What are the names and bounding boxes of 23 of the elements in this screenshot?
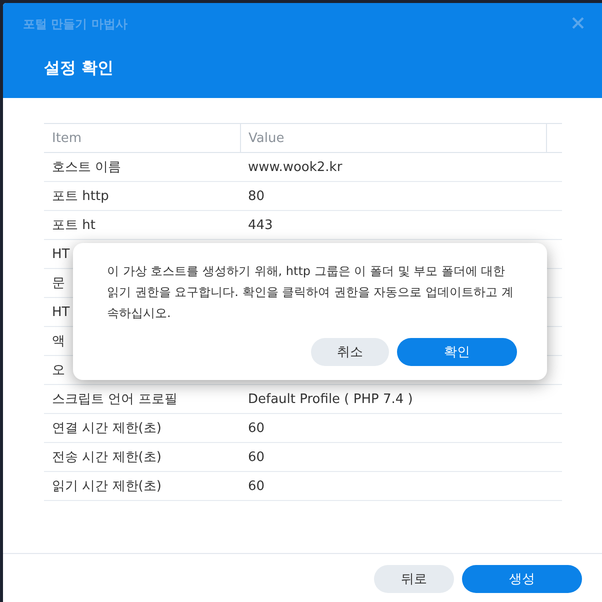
confirm-button[interactable]: 확인 [397,338,517,366]
item-cell: 호스트 이름 [44,152,240,182]
value-cell: 443 [240,210,562,240]
column-header: Value [240,124,546,152]
item-cell: 연결 시간 제한(초) [44,414,240,442]
item-cell: 포트 ht [44,210,240,240]
window-title: 포털 만들기 마법사 [23,16,128,33]
item-cell: 읽기 시간 제한(초) [44,472,240,500]
value-cell: 60 [240,414,562,442]
cancel-button[interactable]: 취소 [311,338,389,366]
close-icon[interactable] [572,17,584,29]
cancel-button[interactable]: 뒤로 [374,565,454,593]
step-title: 설정 확인 [44,58,114,79]
item-cell: 전송 시간 제한(초) [44,442,240,472]
confirm-button[interactable]: 생성 [462,565,582,593]
value-cell: 60 [240,442,562,472]
item-cell: 포트 http [44,182,240,210]
value-cell: 80 [240,182,562,210]
value-cell: www.wook2.kr [240,152,562,182]
value-cell: 60 [240,472,562,500]
value-cell: Default Profile ( PHP 7.4 ) [240,384,562,414]
column-header: Item [44,124,240,152]
item-cell: 스크립트 언어 프로필 [44,384,240,414]
